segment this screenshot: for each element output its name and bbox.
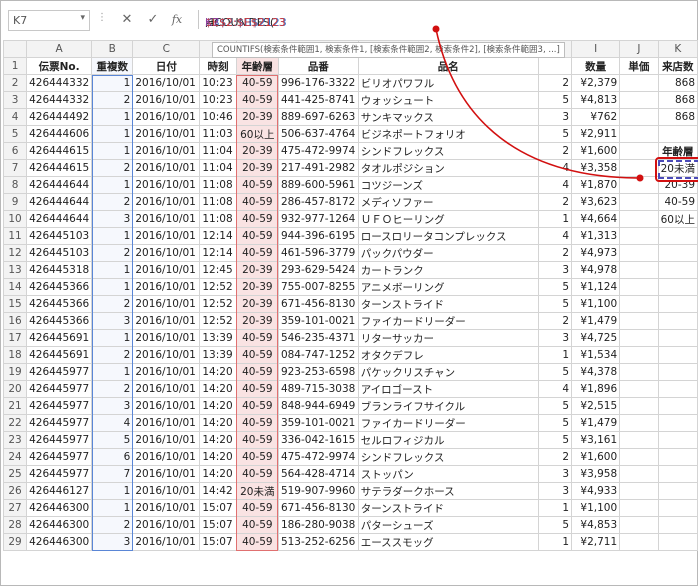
callout-arrow (432, 25, 644, 182)
